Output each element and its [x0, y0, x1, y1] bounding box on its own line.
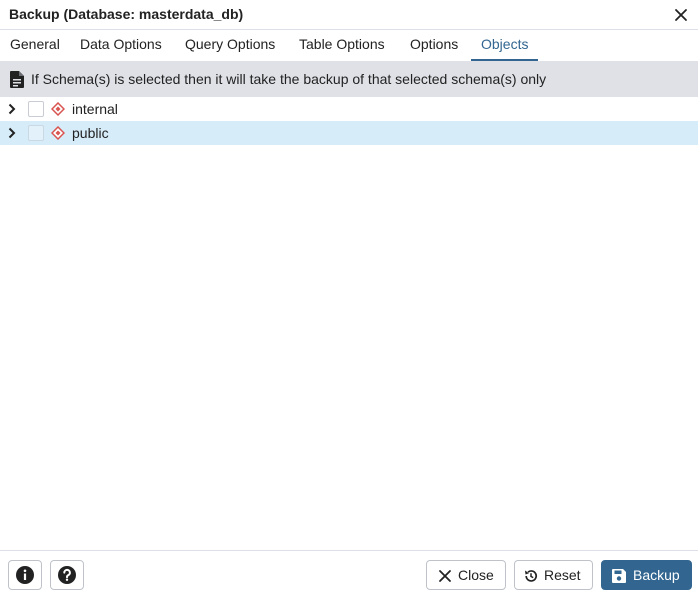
- info-banner: If Schema(s) is selected then it will ta…: [0, 61, 698, 97]
- schema-icon: [51, 126, 65, 140]
- close-button-label: Close: [458, 567, 494, 583]
- tree-row-internal[interactable]: internal: [0, 97, 698, 121]
- tab-bar: General Data Options Query Options Table…: [0, 30, 698, 61]
- info-icon: [16, 566, 34, 584]
- schema-checkbox[interactable]: [28, 101, 44, 117]
- tree-item-label: public: [72, 125, 109, 141]
- dialog-title: Backup (Database: masterdata_db): [9, 6, 244, 22]
- schema-icon: [51, 102, 65, 116]
- info-text: If Schema(s) is selected then it will ta…: [31, 71, 547, 87]
- save-icon: [612, 569, 626, 583]
- reset-icon: [525, 570, 538, 582]
- close-button[interactable]: Close: [426, 560, 506, 590]
- tab-general[interactable]: General: [0, 30, 70, 61]
- help-icon: [58, 566, 76, 584]
- document-icon: [10, 71, 24, 88]
- schema-checkbox[interactable]: [28, 125, 44, 141]
- chevron-right-icon[interactable]: [6, 103, 18, 115]
- info-button[interactable]: [8, 560, 42, 590]
- tree-row-public[interactable]: public: [0, 121, 698, 145]
- tab-objects[interactable]: Objects: [471, 30, 539, 61]
- reset-button-label: Reset: [544, 567, 581, 583]
- tab-table-options[interactable]: Table Options: [289, 30, 395, 61]
- tab-options[interactable]: Options: [400, 30, 468, 61]
- help-button[interactable]: [50, 560, 84, 590]
- chevron-right-icon[interactable]: [6, 127, 18, 139]
- close-icon: [439, 570, 451, 582]
- dialog-footer: Close Reset Backup: [0, 550, 698, 599]
- tab-data-options[interactable]: Data Options: [70, 30, 172, 61]
- tree-item-label: internal: [72, 101, 118, 117]
- tab-query-options[interactable]: Query Options: [175, 30, 285, 61]
- backup-button-label: Backup: [633, 567, 680, 583]
- close-icon[interactable]: [673, 7, 689, 23]
- dialog-titlebar: Backup (Database: masterdata_db): [0, 0, 698, 30]
- reset-button[interactable]: Reset: [514, 560, 593, 590]
- schema-tree: internal public: [0, 97, 698, 145]
- backup-button[interactable]: Backup: [601, 560, 692, 590]
